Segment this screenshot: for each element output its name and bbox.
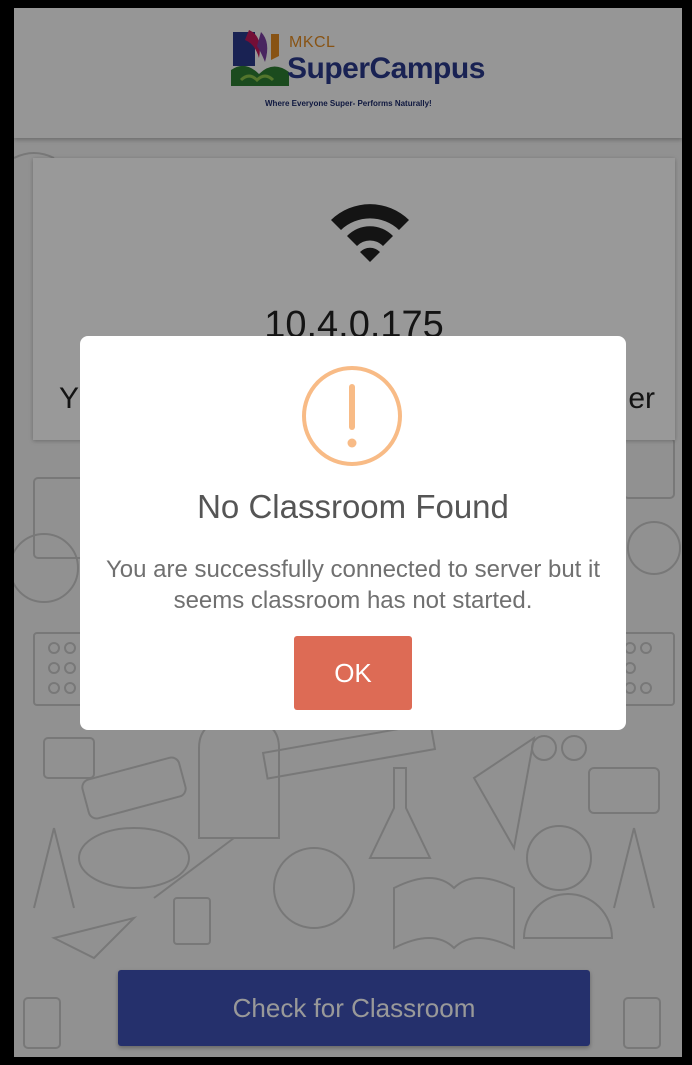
dialog-message: You are successfully connected to server… <box>105 556 601 614</box>
warning-icon <box>302 366 402 466</box>
ok-button[interactable]: OK <box>294 636 412 710</box>
app-screen: MKCL SuperCampus Where Everyone Super- P… <box>14 8 682 1057</box>
dialog-title: No Classroom Found <box>197 488 509 525</box>
alert-dialog: No Classroom Found You are successfully … <box>80 336 626 730</box>
